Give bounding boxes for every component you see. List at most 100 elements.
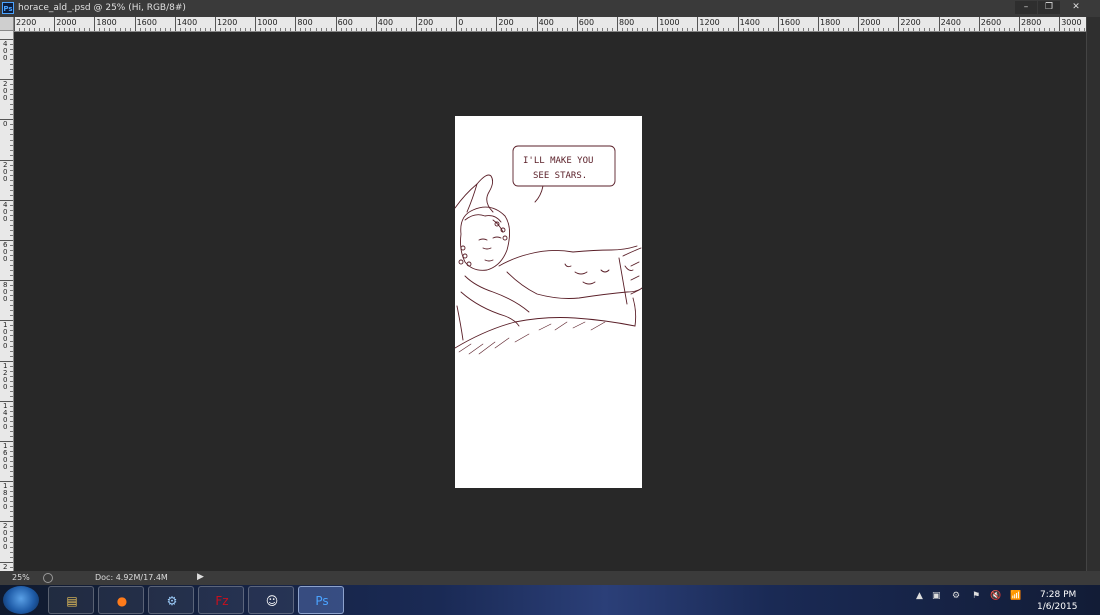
ruler-h-minor-tick <box>164 28 166 31</box>
ruler-v-minor-tick <box>10 129 13 131</box>
show-hidden-icons-icon[interactable]: ▲ <box>916 591 923 601</box>
ruler-v-label: 0 <box>3 120 8 129</box>
ruler-h-minor-tick <box>662 28 664 31</box>
ruler-h-major-tick <box>858 17 860 31</box>
ruler-v-minor-tick <box>10 410 13 412</box>
ruler-h-minor-tick <box>757 28 759 31</box>
ruler-v-minor-tick <box>10 260 13 262</box>
ruler-h-minor-tick <box>933 28 935 31</box>
document-canvas[interactable]: I'LL MAKE YOU SEE STARS. <box>455 116 642 488</box>
ruler-h-minor-tick <box>466 28 468 31</box>
ruler-v-minor-tick <box>10 395 13 397</box>
ruler-h-label: 2600 <box>980 18 1002 27</box>
ruler-v-minor-tick <box>10 536 13 538</box>
ruler-h-minor-tick <box>421 28 423 31</box>
ruler-v-label: 200 <box>3 80 8 103</box>
ruler-v-label: 400 <box>3 40 8 62</box>
horizontal-ruler[interactable]: 2200 2000 1800 1600 1400 1200 1000 800 600 400 200… <box>14 17 1086 32</box>
ruler-h-major-tick <box>456 17 458 31</box>
ruler-h-major-tick <box>777 17 779 31</box>
taskbar-firefox-button[interactable]: ● <box>98 586 144 614</box>
ruler-h-minor-tick <box>1074 28 1076 31</box>
ruler-h-minor-tick <box>672 28 674 31</box>
ruler-v-minor-tick <box>10 275 13 277</box>
ruler-h-minor-tick <box>953 28 955 31</box>
ruler-h-minor-tick <box>290 28 292 31</box>
clock-date[interactable]: 1/6/2015 <box>1037 602 1077 612</box>
ruler-h-minor-tick <box>863 28 865 31</box>
ruler-h-minor-tick <box>49 28 51 31</box>
speech-line-1: I'LL MAKE YOU <box>523 156 593 166</box>
taskbar-file-explorer-button[interactable]: ▤ <box>48 586 94 614</box>
ruler-h-minor-tick <box>707 28 709 31</box>
clock-time[interactable]: 7:28 PM <box>1040 590 1076 600</box>
start-button[interactable] <box>3 586 39 614</box>
ruler-h-major-tick <box>14 17 15 31</box>
ruler-v-minor-tick <box>10 149 13 151</box>
pidgin-icon: ☺ <box>265 594 279 608</box>
ruler-h-minor-tick <box>69 28 71 31</box>
ruler-h-minor-tick <box>44 28 46 31</box>
ruler-h-minor-tick <box>1044 28 1046 31</box>
ruler-h-minor-tick <box>114 28 116 31</box>
ruler-v-minor-tick <box>10 219 13 221</box>
ruler-v-minor-tick <box>10 84 13 86</box>
ruler-h-minor-tick <box>928 28 930 31</box>
firefox-icon: ● <box>116 594 128 608</box>
ruler-h-minor-tick <box>923 28 925 31</box>
ruler-h-minor-tick <box>89 28 91 31</box>
ruler-h-label: 1600 <box>136 18 157 27</box>
ruler-v-label: 200 <box>3 160 8 183</box>
ruler-h-minor-tick <box>918 28 920 31</box>
ruler-h-major-tick <box>174 17 176 31</box>
ruler-h-major-tick <box>416 17 417 31</box>
ruler-v-minor-tick <box>10 124 13 126</box>
volume-muted-icon[interactable]: 🔇 <box>990 591 1001 601</box>
ruler-h-minor-tick <box>270 28 272 31</box>
ruler-v-minor-tick <box>10 144 13 146</box>
ruler-h-minor-tick <box>526 28 528 31</box>
ruler-v-minor-tick <box>10 385 13 387</box>
ruler-v-minor-tick <box>10 516 13 518</box>
ruler-h-minor-tick <box>426 28 428 31</box>
taskbar-filezilla-button[interactable]: Fz <box>198 586 244 614</box>
battery-icon[interactable]: ▣ <box>932 591 941 601</box>
ruler-h-minor-tick <box>546 28 548 31</box>
ruler-v-minor-tick <box>10 350 13 352</box>
ruler-h-minor-tick <box>245 28 247 31</box>
status-info-icon[interactable] <box>43 573 53 583</box>
ruler-h-label: 400 <box>377 18 394 27</box>
taskbar-pidgin-button[interactable]: ☺ <box>248 586 294 614</box>
vertical-scrollbar[interactable] <box>1086 17 1100 571</box>
ruler-h-minor-tick <box>893 28 895 31</box>
zoom-level[interactable]: 25% <box>12 573 30 582</box>
ruler-h-minor-tick <box>988 28 990 31</box>
ruler-h-minor-tick <box>888 28 890 31</box>
ruler-h-minor-tick <box>149 28 151 31</box>
ruler-v-minor-tick <box>10 209 13 211</box>
close-button[interactable]: ✕ <box>1061 1 1091 14</box>
ruler-v-minor-tick <box>10 491 13 493</box>
ruler-v-minor-tick <box>10 541 13 543</box>
ruler-h-minor-tick <box>1049 28 1051 31</box>
ruler-v-label: 1600 <box>3 442 8 471</box>
status-menu-arrow[interactable]: ▶ <box>197 572 204 582</box>
action-center-flag-icon[interactable]: ⚑ <box>972 591 980 601</box>
taskbar-photoshop-button[interactable]: Ps <box>298 586 344 614</box>
wifi-signal-icon[interactable]: 📶 <box>1010 591 1021 601</box>
vertical-ruler[interactable]: 400 200 0 200 400 600 800 1000 1200 1400 1600 1800 2… <box>0 31 14 571</box>
ruler-h-minor-tick <box>380 28 382 31</box>
minimize-button[interactable]: – <box>1015 1 1037 14</box>
ruler-v-minor-tick <box>10 224 13 226</box>
ruler-origin-corner[interactable] <box>0 17 14 31</box>
restore-button[interactable]: ❐ <box>1038 1 1060 14</box>
network-icon[interactable]: ⚙ <box>952 591 960 601</box>
ruler-h-major-tick <box>54 17 56 31</box>
ruler-h-minor-tick <box>225 28 227 31</box>
ruler-h-minor-tick <box>998 28 1000 31</box>
ruler-h-minor-tick <box>531 28 533 31</box>
ruler-h-minor-tick <box>84 28 86 31</box>
ruler-h-minor-tick <box>908 28 910 31</box>
ruler-h-minor-tick <box>848 28 850 31</box>
taskbar-network-tool-button[interactable]: ⚙ <box>148 586 194 614</box>
